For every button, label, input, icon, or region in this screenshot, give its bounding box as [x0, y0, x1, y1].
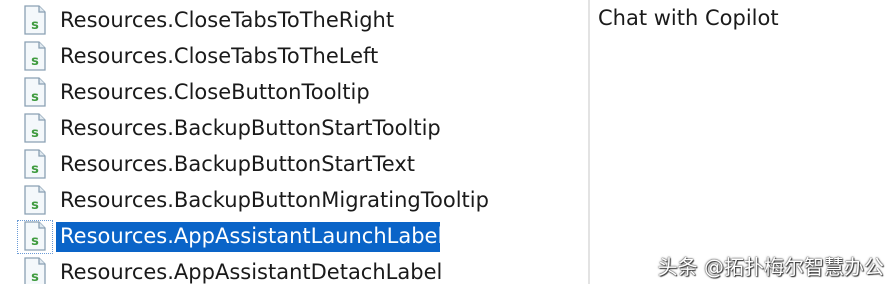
value-pane: Chat with Copilot	[590, 0, 890, 284]
list-item-label: Resources.BackupButtonStartTooltip	[60, 116, 441, 140]
string-resource-icon: s	[24, 257, 46, 284]
watermark-text: 头条 @拓扑梅尔智慧办公	[657, 255, 884, 279]
string-resource-icon: s	[24, 77, 46, 107]
list-item[interactable]: s Resources.CloseButtonTooltip	[0, 74, 588, 110]
resource-value-text: Chat with Copilot	[598, 6, 779, 30]
list-item-selected[interactable]: s Resources.AppAssistantLaunchLabel	[0, 218, 588, 254]
list-item-label: Resources.BackupButtonStartText	[60, 152, 416, 176]
svg-text:s: s	[31, 198, 39, 213]
string-resource-icon: s	[24, 149, 46, 179]
svg-text:s: s	[31, 234, 39, 249]
list-item-label: Resources.CloseTabsToTheRight	[60, 8, 395, 32]
string-resource-icon: s	[24, 185, 46, 215]
list-item-label: Resources.BackupButtonMigratingTooltip	[60, 188, 489, 212]
svg-text:s: s	[31, 162, 39, 177]
resource-viewer: s Resources.CloseTabsToTheRight s Resour…	[0, 0, 890, 284]
list-item[interactable]: s Resources.BackupButtonMigratingTooltip	[0, 182, 588, 218]
resource-list[interactable]: s Resources.CloseTabsToTheRight s Resour…	[0, 0, 588, 284]
list-item[interactable]: s Resources.CloseTabsToTheLeft	[0, 38, 588, 74]
svg-text:s: s	[31, 90, 39, 105]
string-resource-icon: s	[24, 41, 46, 71]
string-resource-icon: s	[24, 221, 46, 251]
svg-text:s: s	[31, 270, 39, 284]
list-item[interactable]: s Resources.CloseTabsToTheRight	[0, 2, 588, 38]
list-item[interactable]: s Resources.AppAssistantDetachLabel	[0, 254, 588, 284]
string-resource-icon: s	[24, 5, 46, 35]
svg-text:s: s	[31, 54, 39, 69]
list-item-label: Resources.CloseButtonTooltip	[60, 80, 370, 104]
list-item-label: Resources.AppAssistantLaunchLabel	[60, 224, 444, 248]
list-item[interactable]: s Resources.BackupButtonStartTooltip	[0, 110, 588, 146]
list-item-label: Resources.CloseTabsToTheLeft	[60, 44, 379, 68]
list-item[interactable]: s Resources.BackupButtonStartText	[0, 146, 588, 182]
string-resource-icon: s	[24, 113, 46, 143]
svg-text:s: s	[31, 126, 39, 141]
list-item-label: Resources.AppAssistantDetachLabel	[60, 260, 443, 284]
svg-text:s: s	[31, 18, 39, 33]
